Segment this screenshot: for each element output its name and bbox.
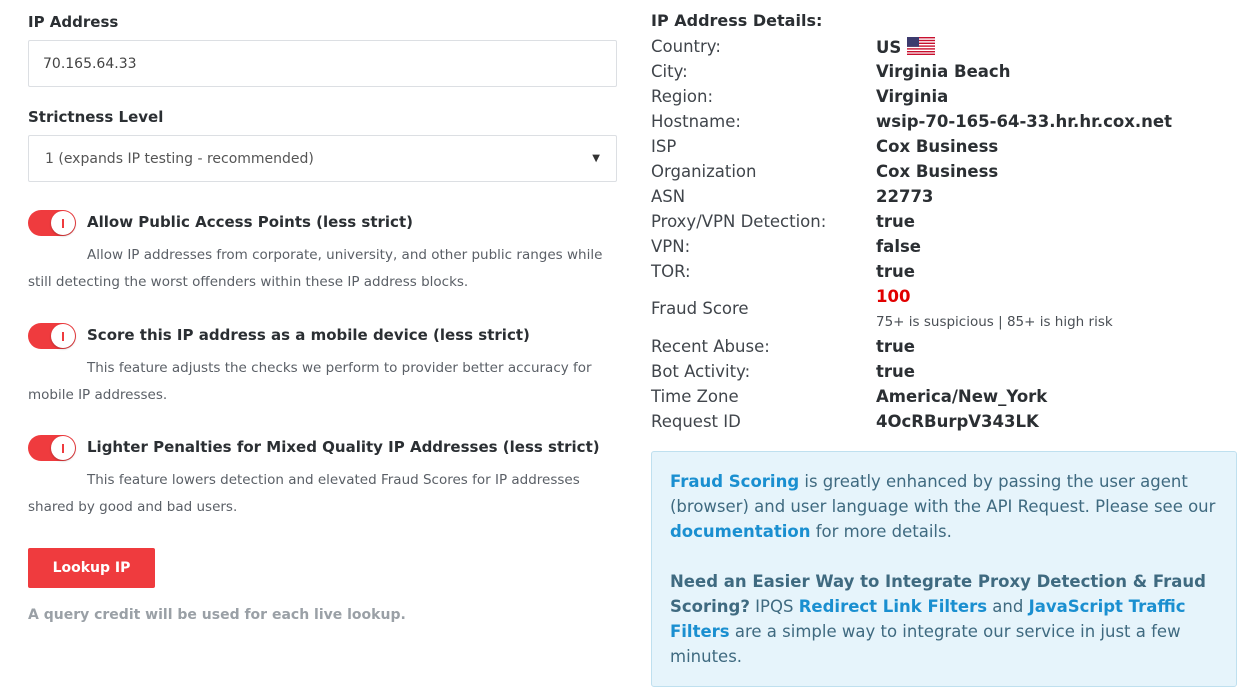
detail-value: true <box>876 337 915 356</box>
detail-value: wsip-70-165-64-33.hr.hr.cox.net <box>876 112 1172 131</box>
info-text: for more details. <box>810 522 952 541</box>
detail-row-recent-abuse: Recent Abuse: true <box>651 337 1241 362</box>
documentation-link[interactable]: documentation <box>670 522 810 541</box>
ip-address-label: IP Address <box>28 13 119 31</box>
detail-key: Country: <box>651 37 721 56</box>
detail-row-hostname: Hostname: wsip-70-165-64-33.hr.hr.cox.ne… <box>651 112 1241 137</box>
info-callout: Fraud Scoring is greatly enhanced by pas… <box>651 451 1237 687</box>
info-text: and <box>987 597 1029 616</box>
detail-value: US <box>876 37 936 57</box>
detail-row-bot-activity: Bot Activity: true <box>651 362 1241 387</box>
detail-row-organization: Organization Cox Business <box>651 162 1241 187</box>
detail-row-region: Region: Virginia <box>651 87 1241 112</box>
detail-row-vpn: VPN: false <box>651 237 1241 262</box>
detail-row-city: City: Virginia Beach <box>651 62 1241 87</box>
info-text: are a simple way to integrate our servic… <box>670 622 1181 666</box>
toggle-description: Allow IP addresses from corporate, unive… <box>28 247 603 290</box>
info-paragraph-2: Need an Easier Way to Integrate Proxy De… <box>670 569 1218 669</box>
detail-row-country: Country: US <box>651 37 1241 62</box>
toggle-title: Lighter Penalties for Mixed Quality IP A… <box>87 438 600 456</box>
detail-row-isp: ISP Cox Business <box>651 137 1241 162</box>
lookup-ip-button[interactable]: Lookup IP <box>28 548 155 588</box>
mobile-device-toggle[interactable] <box>28 323 76 349</box>
toggle-description: This feature adjusts the checks we perfo… <box>28 360 592 403</box>
toggle-title: Allow Public Access Points (less strict) <box>87 213 413 231</box>
detail-key: VPN: <box>651 237 691 256</box>
detail-key: City: <box>651 62 688 81</box>
detail-key: ASN <box>651 187 686 206</box>
detail-key: ISP <box>651 137 677 156</box>
detail-key: Request ID <box>651 412 741 431</box>
detail-key: Recent Abuse: <box>651 337 770 356</box>
redirect-link-filters-link[interactable]: Redirect Link Filters <box>799 597 987 616</box>
detail-value: true <box>876 212 915 231</box>
strictness-level-label: Strictness Level <box>28 108 164 126</box>
fraud-scoring-link[interactable]: Fraud Scoring <box>670 472 799 491</box>
info-paragraph-1: Fraud Scoring is greatly enhanced by pas… <box>670 469 1218 544</box>
strictness-level-select[interactable]: 1 (expands IP testing - recommended) ▼ <box>28 135 617 182</box>
country-code: US <box>876 38 902 57</box>
detail-row-request-id: Request ID 4OcRBurpV343LK <box>651 412 1241 437</box>
details-title: IP Address Details: <box>651 11 823 30</box>
detail-value: false <box>876 237 921 256</box>
detail-value: 22773 <box>876 187 934 206</box>
toggle-knob <box>51 211 75 235</box>
detail-row-proxy: Proxy/VPN Detection: true <box>651 212 1241 237</box>
detail-value: true <box>876 362 915 381</box>
lighter-penalties-toggle[interactable] <box>28 435 76 461</box>
credit-note: A query credit will be used for each liv… <box>28 607 406 623</box>
detail-value: Cox Business <box>876 137 999 156</box>
detail-row-time-zone: Time Zone America/New_York <box>651 387 1241 412</box>
detail-key: Region: <box>651 87 714 106</box>
chevron-down-icon: ▼ <box>592 153 600 164</box>
detail-value: America/New_York <box>876 387 1048 406</box>
detail-key: Hostname: <box>651 112 741 131</box>
public-access-toggle[interactable] <box>28 210 76 236</box>
toggle-knob <box>51 324 75 348</box>
detail-key: TOR: <box>651 262 691 281</box>
detail-value: Virginia <box>876 87 949 106</box>
detail-key: Time Zone <box>651 387 739 406</box>
detail-key: Proxy/VPN Detection: <box>651 212 827 231</box>
us-flag-icon <box>907 37 936 55</box>
detail-row-asn: ASN 22773 <box>651 187 1241 212</box>
toggle-description: This feature lowers detection and elevat… <box>28 472 580 515</box>
detail-key: Organization <box>651 162 757 181</box>
toggle-knob <box>51 436 75 460</box>
detail-value: 4OcRBurpV343LK <box>876 412 1039 431</box>
detail-key: Bot Activity: <box>651 362 751 381</box>
detail-value: Virginia Beach <box>876 62 1011 81</box>
fraud-score-note: 75+ is suspicious | 85+ is high risk <box>876 314 1113 330</box>
detail-value: Cox Business <box>876 162 999 181</box>
strictness-selected-value: 1 (expands IP testing - recommended) <box>45 150 314 167</box>
toggle-title: Score this IP address as a mobile device… <box>87 326 530 344</box>
ip-address-input[interactable] <box>28 40 617 87</box>
info-text: IPQS <box>749 597 799 616</box>
detail-row-tor: TOR: true <box>651 262 1241 287</box>
fraud-score-key: Fraud Score <box>651 299 749 318</box>
detail-value: true <box>876 262 915 281</box>
